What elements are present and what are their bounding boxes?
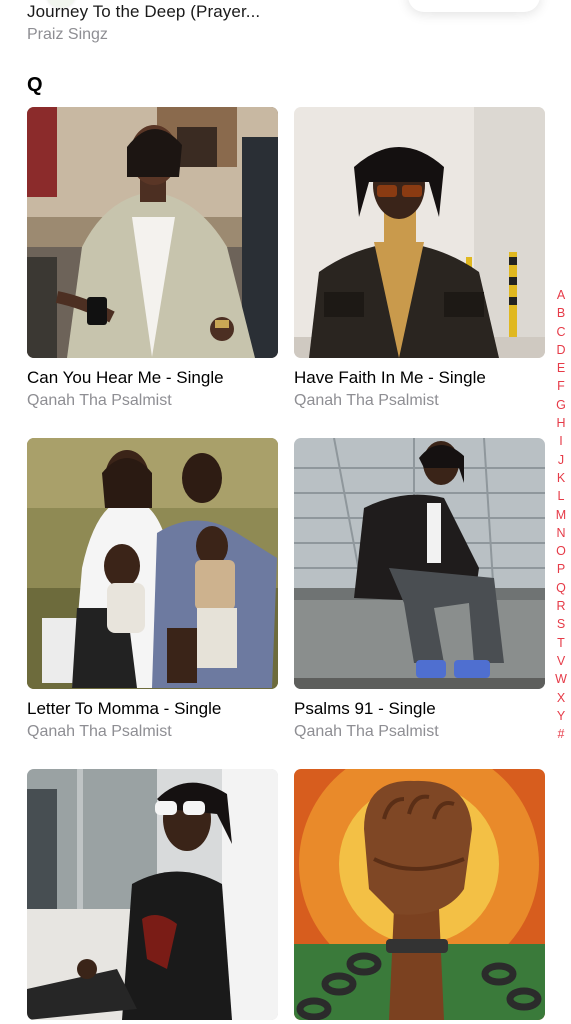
alphabet-index-letter[interactable]: N	[556, 524, 565, 542]
alphabet-index-letter[interactable]: B	[557, 304, 565, 322]
album-title[interactable]: Letter To Momma - Single	[27, 699, 278, 719]
alphabet-index-letter[interactable]: J	[558, 451, 564, 469]
album-artist[interactable]: Qanah Tha Psalmist	[27, 392, 278, 410]
album-artist[interactable]: Qanah Tha Psalmist	[27, 723, 278, 741]
alphabet-index-letter[interactable]: P	[557, 560, 565, 578]
alphabet-index-letter[interactable]: I	[559, 432, 562, 450]
album-artwork[interactable]	[27, 107, 278, 358]
alphabet-index-letter[interactable]: A	[557, 286, 565, 304]
album-card-can-you-hear-me[interactable]: Can You Hear Me - Single Qanah Tha Psalm…	[27, 107, 278, 410]
album-artist[interactable]: Qanah Tha Psalmist	[294, 392, 545, 410]
alphabet-index-letter[interactable]: H	[556, 414, 565, 432]
album-card-letter-to-momma[interactable]: Letter To Momma - Single Qanah Tha Psalm…	[27, 438, 278, 741]
album-artwork[interactable]	[294, 438, 545, 689]
alphabet-index-letter[interactable]: O	[556, 542, 566, 560]
alphabet-index-letter[interactable]: T	[557, 634, 565, 652]
album-artwork[interactable]	[294, 769, 545, 1020]
alphabet-index-letter[interactable]: #	[558, 725, 565, 743]
section-header-letter: Q	[27, 74, 43, 96]
alphabet-index-letter[interactable]: Y	[557, 707, 565, 725]
album-card-6[interactable]	[294, 769, 545, 1024]
alphabet-index-letter[interactable]: M	[556, 506, 566, 524]
album-artwork[interactable]	[294, 107, 545, 358]
album-artwork[interactable]	[27, 769, 278, 1020]
album-artist[interactable]: Qanah Tha Psalmist	[294, 723, 545, 741]
alphabet-index-letter[interactable]: D	[556, 341, 565, 359]
alphabet-index-letter[interactable]: Q	[556, 579, 566, 597]
alphabet-index-letter[interactable]: G	[556, 396, 566, 414]
alphabet-index-letter[interactable]: V	[557, 652, 565, 670]
alphabet-index-letter[interactable]: L	[558, 487, 565, 505]
album-artwork[interactable]	[27, 438, 278, 689]
alphabet-index[interactable]: A B C D E F G H I J K L M N O P Q R S T V W X Y #	[553, 286, 569, 743]
previous-album-title[interactable]: Journey To the Deep (Prayer...	[27, 2, 260, 22]
album-title[interactable]: Have Faith In Me - Single	[294, 368, 545, 388]
alphabet-index-letter[interactable]: R	[556, 597, 565, 615]
album-card-5[interactable]	[27, 769, 278, 1024]
album-card-have-faith-in-me[interactable]: Have Faith In Me - Single Qanah Tha Psal…	[294, 107, 545, 410]
previous-album-artist: Praiz Singz	[27, 26, 108, 43]
alphabet-index-letter[interactable]: E	[557, 359, 565, 377]
alphabet-index-letter[interactable]: F	[557, 377, 565, 395]
album-title[interactable]: Psalms 91 - Single	[294, 699, 545, 719]
album-card-psalms-91[interactable]: Psalms 91 - Single Qanah Tha Psalmist	[294, 438, 545, 741]
alphabet-index-letter[interactable]: S	[557, 615, 565, 633]
alphabet-index-letter[interactable]: X	[557, 689, 565, 707]
album-title[interactable]: Can You Hear Me - Single	[27, 368, 278, 388]
alphabet-index-letter[interactable]: C	[556, 323, 565, 341]
alphabet-index-letter[interactable]: W	[555, 670, 567, 688]
top-control-pill[interactable]	[408, 0, 540, 12]
alphabet-index-letter[interactable]: K	[557, 469, 565, 487]
